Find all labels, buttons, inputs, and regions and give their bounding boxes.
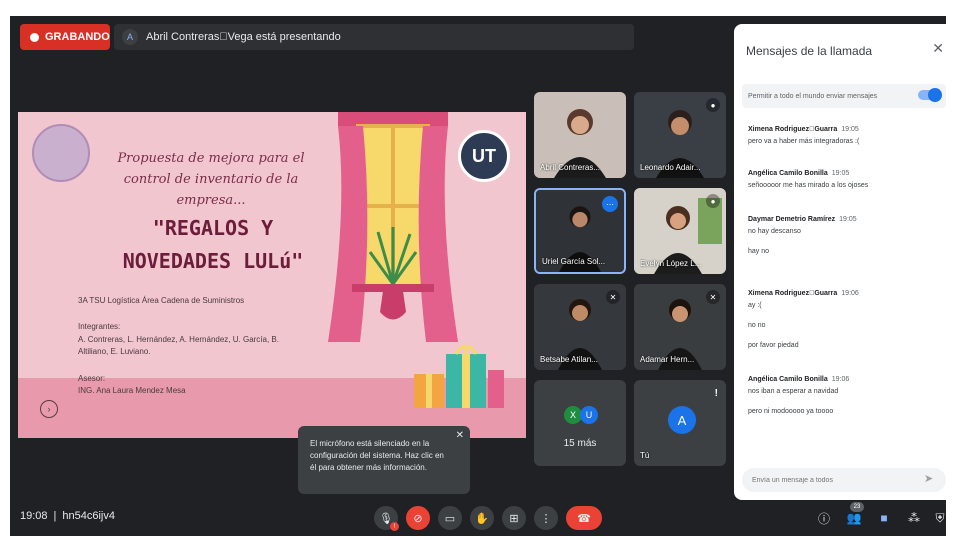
more-options-button[interactable]: ⋮ [534, 506, 558, 530]
meeting-details-button[interactable]: ⓘ [814, 508, 834, 528]
chat-permission-row: Permitir a todo el mundo enviar mensajes [742, 84, 946, 108]
more-vert-icon: ⋮ [540, 512, 552, 525]
recording-label: GRABANDO [45, 31, 110, 43]
more-participants-label: 15 más [563, 438, 597, 449]
presenter-avatar: A [122, 29, 138, 45]
team-list: A. Contreras, L. Hernández, A. Hernández… [78, 335, 279, 356]
presenter-banner: A Abril Contreras Vega está presentando [114, 24, 634, 50]
chat-message-input[interactable] [742, 468, 946, 492]
message-text: pero ni modooooo ya toooo [748, 408, 834, 415]
presenter-text: Abril Contreras Vega está presentando [146, 31, 341, 43]
chat-title: Mensajes de la llamada [746, 44, 873, 58]
host-controls-button[interactable]: ⛨ [930, 508, 946, 528]
participant-tile[interactable]: ⋯ Uriel García Sol... [534, 188, 626, 274]
message-author: Angélica Camilo Bonilla 19:06 [748, 376, 850, 383]
message-author: Daymar Demetrio Ramírez 19:05 [748, 216, 857, 223]
record-dot-icon [30, 32, 39, 42]
message-author: Ximena Rodriguez Guarra 19:05 [748, 126, 859, 133]
info-icon: ⓘ [817, 511, 830, 526]
raise-hand-button[interactable]: ✋ [470, 506, 494, 530]
message-text: pero va a haber más integradoras :( [748, 138, 860, 145]
participant-name: Betsabe Atilan... [540, 355, 598, 364]
self-tile[interactable]: A Tú ! [634, 380, 726, 466]
window-curtain-icon [328, 112, 458, 342]
close-icon[interactable]: ✕ [932, 40, 944, 57]
meeting-code: hn54c6ijv4 [62, 510, 115, 522]
meeting-info: 19:08 | hn54c6ijv4 [20, 510, 115, 522]
mic-icon: ● [706, 194, 720, 208]
permission-toggle[interactable] [918, 88, 942, 102]
advisor-name: ING. Ana Laura Mendez Mesa [78, 386, 186, 395]
present-button[interactable]: ⊞ [502, 506, 526, 530]
captions-icon: ▭ [444, 512, 456, 525]
shield-icon: ⛨ [935, 510, 945, 525]
camera-off-button[interactable]: ⊘ [406, 506, 430, 530]
mic-off-icon: ✕ [706, 290, 720, 304]
activities-button[interactable]: ⁂ [904, 508, 924, 528]
meet-window: GRABANDO A Abril Contreras Vega está pre… [10, 16, 946, 536]
people-icon: 👥 [846, 511, 862, 525]
info-separator: | [53, 510, 57, 522]
chat-button[interactable]: ■ [874, 508, 894, 528]
participant-avatar: U [580, 406, 598, 424]
participants-count-badge: 23 [850, 502, 864, 512]
close-icon[interactable]: ✕ [456, 430, 464, 442]
company-logo-icon [32, 124, 90, 182]
message-author: Ximena Rodriguez Guarra 19:06 [748, 290, 859, 297]
university-logo: UT [458, 130, 510, 182]
participant-tile[interactable]: ● Evelyn López L... [634, 188, 726, 274]
participant-tile[interactable]: Abril Contreras... [534, 92, 626, 178]
present-screen-icon: ⊞ [509, 512, 519, 525]
message-text: señooooor me has mirado a los ojoses [748, 182, 869, 189]
hang-up-icon: ☎ [577, 512, 591, 525]
slide-title: Propuesta de mejora para el control de i… [117, 151, 305, 208]
message-text: no hay descanso [748, 228, 801, 235]
participant-name: Abril Contreras... [540, 163, 601, 172]
message-author: Angélica Camilo Bonilla 19:05 [748, 170, 850, 177]
message-text: ay :( [748, 302, 762, 309]
recording-badge[interactable]: GRABANDO [20, 24, 110, 50]
more-options-icon[interactable]: ⋯ [602, 196, 618, 212]
participant-name: Leonardo Adair... [640, 163, 701, 172]
participant-name: Adamar Hern... [640, 355, 695, 364]
self-avatar: A [668, 406, 696, 434]
participant-tile[interactable]: ● Leonardo Adair... [634, 92, 726, 178]
send-icon[interactable]: ➤ [924, 472, 933, 485]
participant-tile[interactable]: ✕ Adamar Hern... [634, 284, 726, 370]
alert-icon: ! [714, 388, 718, 399]
participant-name: Uriel García Sol... [542, 257, 606, 266]
mic-muted-toast[interactable]: ✕ El micrófono está silenciado en la con… [298, 426, 470, 494]
message-text: no no [748, 322, 766, 329]
gift-boxes-icon [414, 345, 504, 408]
hand-icon: ✋ [475, 512, 489, 525]
self-name: Tú [640, 451, 650, 460]
presentation-slide: Propuesta de mejora para el control de i… [18, 112, 526, 438]
message-text: nos iban a esperar a navidad [748, 388, 839, 395]
mic-icon: ● [706, 98, 720, 112]
slide-program: 3A TSU Logística Área Cadena de Suminist… [78, 296, 245, 305]
mic-warning-badge: ! [390, 522, 399, 531]
message-text: por favor piedad [748, 342, 799, 349]
clock-time: 19:08 [20, 510, 48, 522]
activities-icon: ⁂ [908, 511, 920, 525]
team-label: Integrantes: [78, 322, 121, 331]
participant-name: Evelyn López L... [640, 259, 702, 268]
permission-label: Permitir a todo el mundo enviar mensajes [748, 92, 878, 100]
end-call-button[interactable]: ☎ [566, 506, 602, 530]
chevron-right-icon[interactable]: › [40, 400, 58, 418]
advisor-label: Asesor: [78, 374, 106, 383]
slide-brand: "REGALOS Y NOVEDADES LULú" [108, 212, 318, 278]
brand-line-1: "REGALOS Y [152, 216, 274, 240]
chat-panel: Mensajes de la llamada ✕ Permitir a todo… [734, 24, 946, 500]
participant-tile[interactable]: ✕ Betsabe Atilan... [534, 284, 626, 370]
more-participants-tile[interactable]: X U 15 más [534, 380, 626, 466]
camera-off-icon: ⊘ [413, 512, 423, 525]
brand-line-2: NOVEDADES LULú" [122, 249, 304, 273]
chat-icon: ■ [880, 511, 888, 525]
mic-off-icon: ✕ [606, 290, 620, 304]
toast-text: El micrófono está silenciado en la confi… [310, 439, 444, 472]
captions-button[interactable]: ▭ [438, 506, 462, 530]
message-text: hay no [748, 248, 770, 255]
